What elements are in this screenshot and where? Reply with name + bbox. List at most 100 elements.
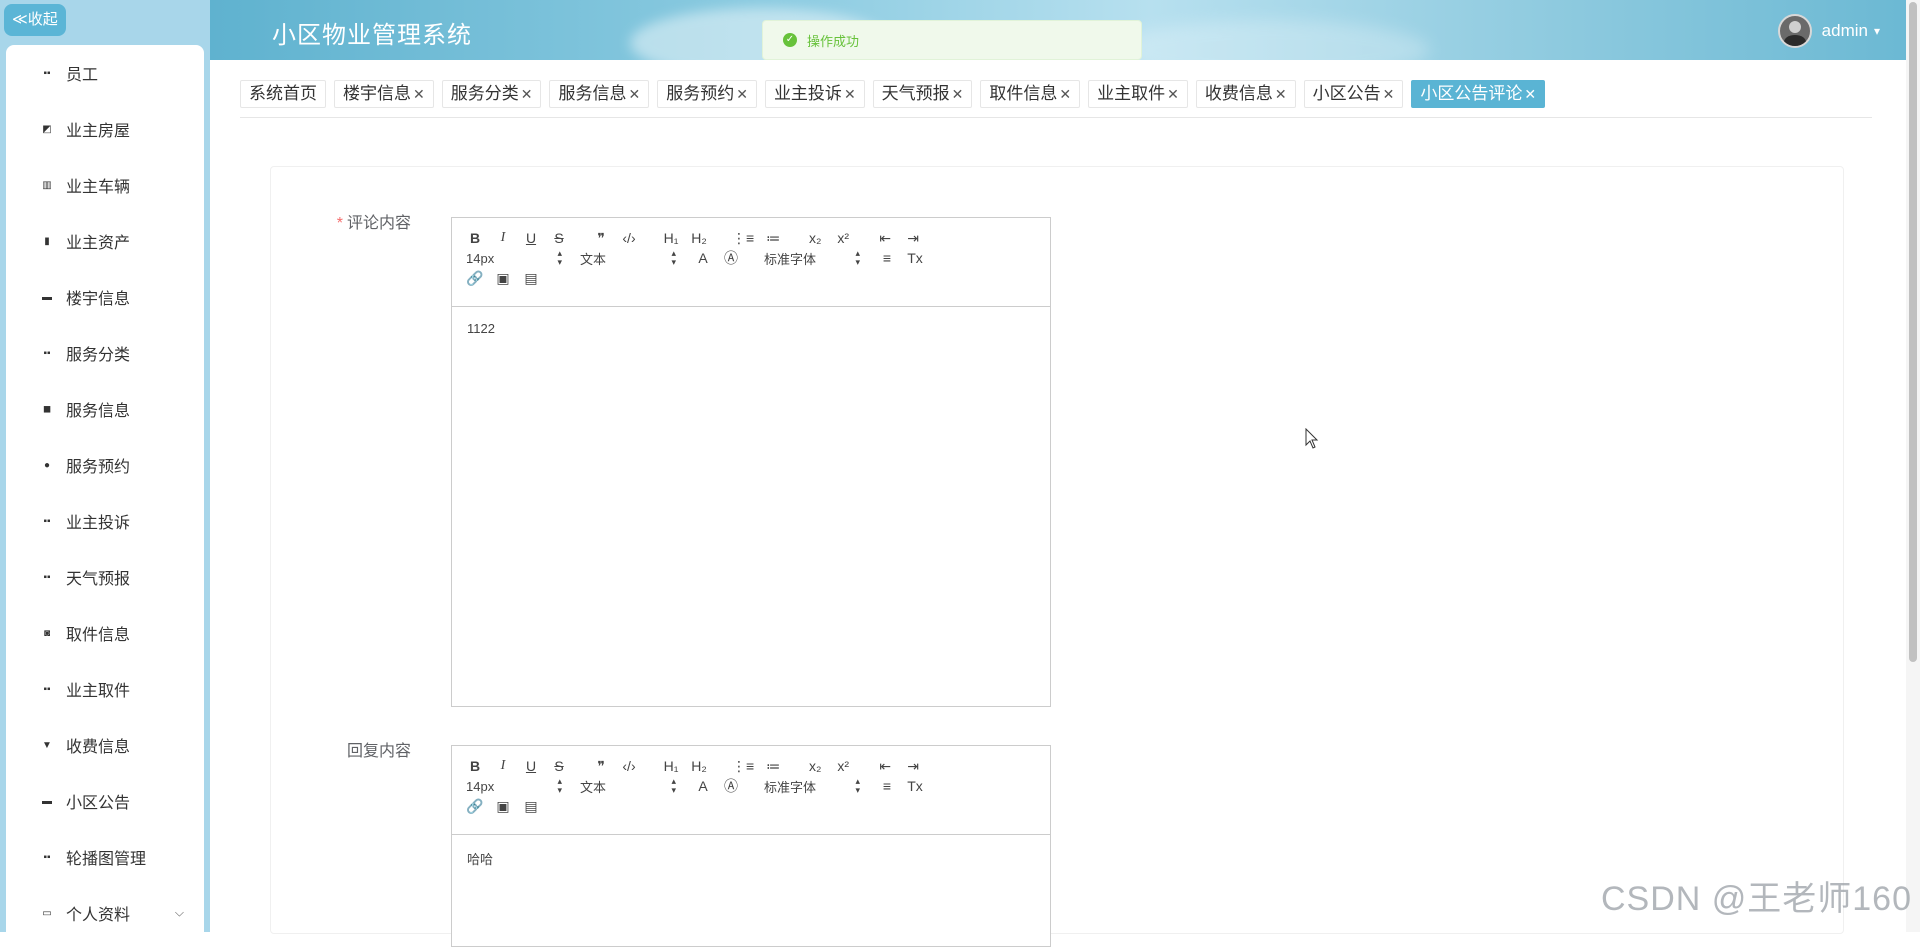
outdent-button[interactable]: ⇤ xyxy=(876,756,894,776)
close-icon[interactable]: ✕ xyxy=(1524,86,1536,102)
outdent-button[interactable]: ⇤ xyxy=(876,228,894,248)
sidebar-item[interactable]: ▬ 小区公告 xyxy=(6,773,204,829)
close-icon[interactable]: ✕ xyxy=(1167,86,1179,102)
font-family-picker[interactable]: 标准字体 ▴ ▾ xyxy=(764,777,860,796)
superscript-button[interactable]: x² xyxy=(834,228,852,248)
bold-button[interactable]: B xyxy=(466,228,484,248)
sidebar-item[interactable]: ● 服务预约 xyxy=(6,437,204,493)
underline-button[interactable]: U xyxy=(522,228,540,248)
sidebar-item-label: 服务预约 xyxy=(66,459,131,476)
bullet-list-button[interactable]: ≔ xyxy=(764,228,782,248)
indent-button[interactable]: ⇥ xyxy=(904,228,922,248)
close-icon[interactable]: ✕ xyxy=(844,86,856,102)
sidebar-item[interactable]: ▼ 收费信息 xyxy=(6,717,204,773)
collapse-button[interactable]: ≪收起 xyxy=(4,4,66,36)
sidebar-item[interactable]: ▮ 业主资产 xyxy=(6,213,204,269)
sidebar-item[interactable]: ▥ 业主车辆 xyxy=(6,157,204,213)
font-size-picker[interactable]: 14px ▴ ▾ xyxy=(466,249,562,267)
scrollbar-thumb[interactable] xyxy=(1909,2,1917,662)
close-icon[interactable]: ✕ xyxy=(736,86,748,102)
sidebar-item[interactable]: ▪▪ 员工 xyxy=(6,45,204,101)
tab-item[interactable]: 服务预约 ✕ xyxy=(657,80,757,108)
indent-button[interactable]: ⇥ xyxy=(904,756,922,776)
heading1-button[interactable]: H₁ xyxy=(662,756,680,776)
heading2-button[interactable]: H₂ xyxy=(690,756,708,776)
sidebar-item[interactable]: ◼ 服务信息 xyxy=(6,381,204,437)
comment-editor-content[interactable]: 1122 xyxy=(452,307,1050,350)
font-color-button[interactable]: A xyxy=(694,776,712,796)
video-button[interactable]: ▤ xyxy=(522,268,540,288)
code-button[interactable]: ‹/› xyxy=(620,228,638,248)
tab-item[interactable]: 收费信息 ✕ xyxy=(1195,80,1296,108)
heading1-button[interactable]: H₁ xyxy=(662,228,680,248)
code-button[interactable]: ‹/› xyxy=(620,756,638,776)
clear-format-button[interactable]: Tx xyxy=(906,248,924,268)
subscript-button[interactable]: x₂ xyxy=(806,756,824,776)
sidebar-item[interactable]: ▪▪ 业主取件 xyxy=(6,661,204,717)
tab-item[interactable]: 小区公告评论 ✕ xyxy=(1411,80,1546,108)
sidebar-item[interactable]: ▪▪ 天气预报 xyxy=(6,549,204,605)
tab-label: 取件信息 xyxy=(989,84,1058,103)
tab-item[interactable]: 业主投诉 ✕ xyxy=(764,80,865,108)
tab-item[interactable]: 天气预报 ✕ xyxy=(872,80,973,108)
clear-format-button[interactable]: Tx xyxy=(906,776,924,796)
background-color-button[interactable]: Ⓐ xyxy=(722,776,740,796)
tab-label: 服务信息 xyxy=(558,84,627,103)
link-button[interactable]: 🔗 xyxy=(466,268,484,288)
header-type-picker[interactable]: 文本 ▴ ▾ xyxy=(580,777,676,796)
close-icon[interactable]: ✕ xyxy=(952,86,964,102)
tab-item[interactable]: 系统首页 xyxy=(240,80,326,108)
font-family-picker[interactable]: 标准字体 ▴ ▾ xyxy=(764,249,860,268)
strikethrough-button[interactable]: S xyxy=(550,228,568,248)
sidebar-item[interactable]: ▪▪ 轮播图管理 xyxy=(6,829,204,885)
bullet-list-button[interactable]: ≔ xyxy=(764,756,782,776)
close-icon[interactable]: ✕ xyxy=(1383,86,1395,102)
subscript-button[interactable]: x₂ xyxy=(806,228,824,248)
align-button[interactable]: ≡ xyxy=(878,248,896,268)
tab-item[interactable]: 楼宇信息 ✕ xyxy=(334,80,434,108)
blockquote-button[interactable]: ❞ xyxy=(592,228,610,248)
image-button[interactable]: ▣ xyxy=(494,268,512,288)
tab-label: 小区公告评论 xyxy=(1420,84,1523,103)
sidebar-item[interactable]: ◩ 业主房屋 xyxy=(6,101,204,157)
background-color-button[interactable]: Ⓐ xyxy=(722,248,740,268)
avatar xyxy=(1777,14,1812,48)
sidebar-item[interactable]: ▭ 个人资料 ⌵ xyxy=(6,885,204,932)
tab-item[interactable]: 服务信息 ✕ xyxy=(549,80,650,108)
ordered-list-button[interactable]: ⋮≡ xyxy=(732,228,754,248)
tab-item[interactable]: 业主取件 ✕ xyxy=(1088,80,1188,108)
close-icon[interactable]: ✕ xyxy=(413,86,425,102)
italic-button[interactable]: I xyxy=(494,756,512,776)
heading2-button[interactable]: H₂ xyxy=(690,228,708,248)
tab-item[interactable]: 取件信息 ✕ xyxy=(980,80,1081,108)
header-type-picker[interactable]: 文本 ▴ ▾ xyxy=(580,249,676,268)
close-icon[interactable]: ✕ xyxy=(521,86,533,102)
strikethrough-button[interactable]: S xyxy=(550,756,568,776)
underline-button[interactable]: U xyxy=(522,756,540,776)
tab-item[interactable]: 小区公告 ✕ xyxy=(1303,80,1404,108)
scrollbar[interactable] xyxy=(1906,0,1920,932)
blockquote-button[interactable]: ❞ xyxy=(592,756,610,776)
user-menu[interactable]: admin ▾ xyxy=(1777,14,1880,48)
reply-editor[interactable]: B I U S ❞ ‹/› H₁ H₂ ⋮≡ ≔ x₂ x² ⇤ ⇥ 14px ▴ ▾ 文本 ▴ ▾ A Ⓐ 标准字体 ▴ ▾ ≡… xyxy=(451,745,1051,947)
font-color-button[interactable]: A xyxy=(694,248,712,268)
superscript-button[interactable]: x² xyxy=(834,756,852,776)
italic-button[interactable]: I xyxy=(494,228,512,248)
bold-button[interactable]: B xyxy=(466,756,484,776)
sidebar-item[interactable]: ▬ 楼宇信息 xyxy=(6,269,204,325)
close-icon[interactable]: ✕ xyxy=(1059,86,1071,102)
close-icon[interactable]: ✕ xyxy=(628,86,640,102)
align-button[interactable]: ≡ xyxy=(878,776,896,796)
video-button[interactable]: ▤ xyxy=(522,796,540,816)
sidebar-item[interactable]: ◙ 取件信息 xyxy=(6,605,204,661)
tab-item[interactable]: 服务分类 ✕ xyxy=(441,80,542,108)
comment-editor[interactable]: B I U S ❞ ‹/› H₁ H₂ ⋮≡ ≔ x₂ x² ⇤ ⇥ 14px ▴ ▾ 文本 ▴ ▾ A Ⓐ 标准字体 ▴ ▾ ≡… xyxy=(451,217,1051,707)
sidebar-item[interactable]: ▪▪ 业主投诉 xyxy=(6,493,204,549)
close-icon[interactable]: ✕ xyxy=(1275,86,1287,102)
ordered-list-button[interactable]: ⋮≡ xyxy=(732,756,754,776)
font-size-picker[interactable]: 14px ▴ ▾ xyxy=(466,777,562,795)
reply-editor-content[interactable]: 哈哈 xyxy=(452,835,1050,882)
link-button[interactable]: 🔗 xyxy=(466,796,484,816)
image-button[interactable]: ▣ xyxy=(494,796,512,816)
sidebar-item[interactable]: ▪▪ 服务分类 xyxy=(6,325,204,381)
